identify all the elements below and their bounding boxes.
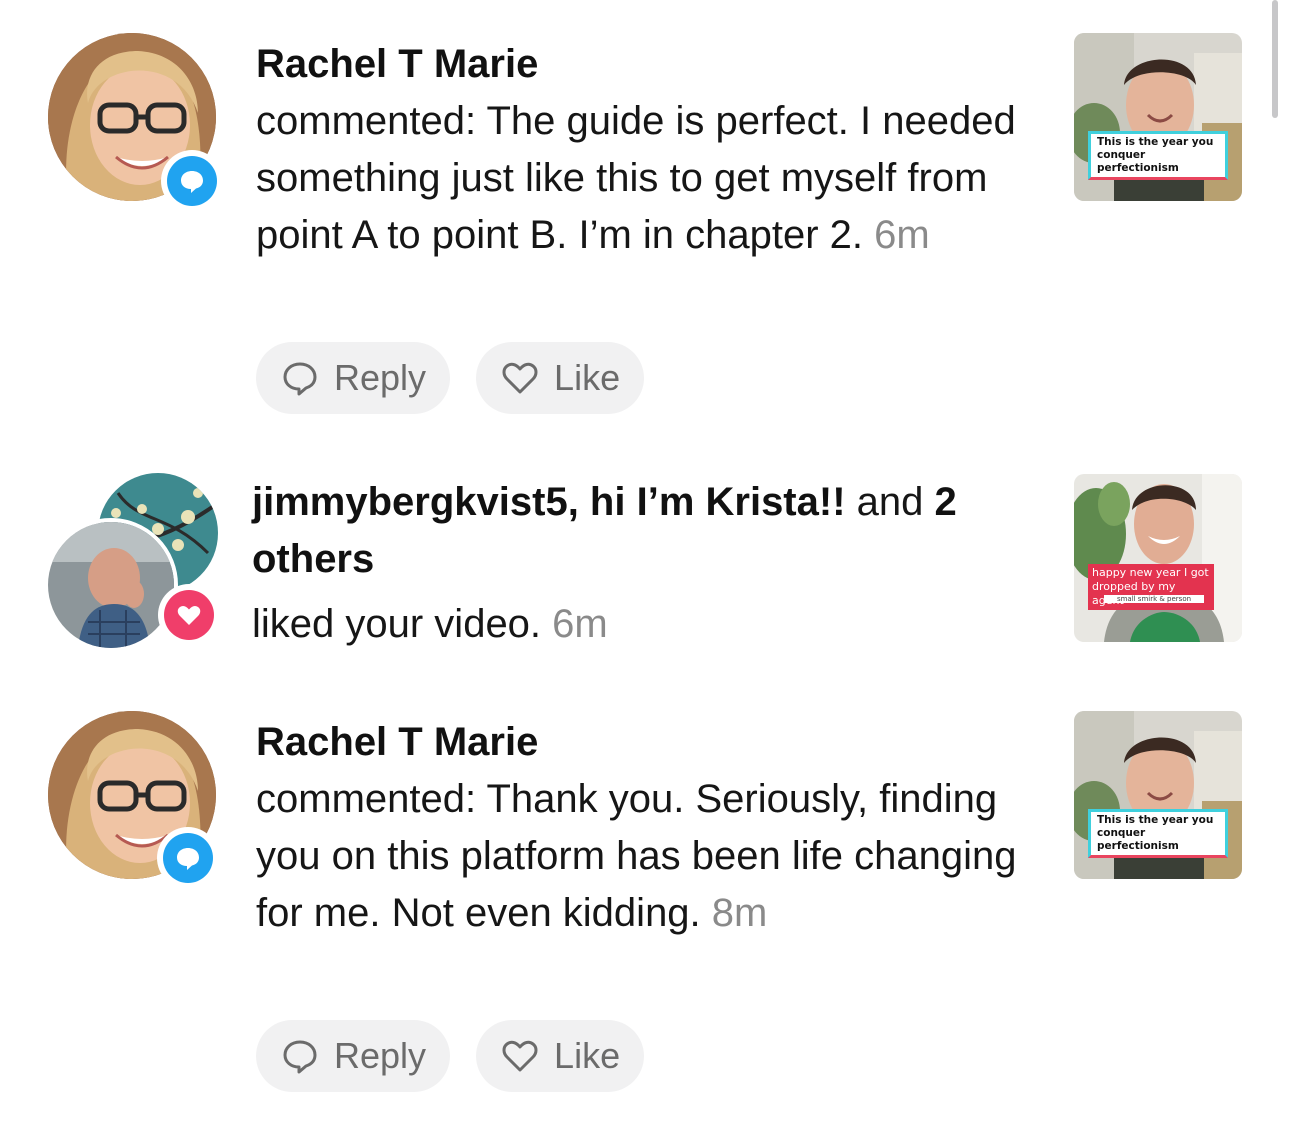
connector-text: and [856,480,924,524]
timestamp: 6m [874,213,930,257]
comment-message: commented: Thank you. Seriously, finding… [256,777,1017,935]
like-button[interactable]: Like [476,342,645,414]
thumbnail-subcaption: small smirk & person [1104,595,1204,603]
reply-button[interactable]: Reply [256,342,451,414]
notification-text: Rachel T Marie commented: Thank you. Ser… [256,714,1036,942]
comment-actions: Reply Like [256,1020,645,1092]
timestamp: 6m [552,602,608,646]
video-thumbnail[interactable]: happy new year I got dropped by my agent… [1074,474,1242,642]
reply-bubble-icon [283,1040,317,1074]
thumbnail-caption: This is the year you conquer perfectioni… [1088,131,1228,180]
liker-names[interactable]: jimmybergkvist5, hi I’m Krista!! [252,480,846,524]
reply-label: Reply [334,357,427,398]
badge-circle [167,156,217,206]
comment-badge [161,150,223,212]
like-badge [158,584,220,646]
notification-comment[interactable]: Rachel T Marie commented: Thank you. Ser… [0,678,1290,1121]
heart-icon [177,605,201,625]
timestamp: 8m [711,891,768,935]
like-label: Like [554,357,621,398]
reply-button[interactable]: Reply [256,1020,451,1092]
comment-badge [157,827,219,889]
avatar-front[interactable] [44,518,178,652]
badge-circle [164,590,214,640]
video-thumbnail[interactable]: This is the year you conquer perfectioni… [1074,711,1242,879]
like-body: liked your video. 6m [252,596,1032,653]
like-message: liked your video. [252,602,542,646]
video-thumbnail[interactable]: This is the year you conquer perfectioni… [1074,33,1242,201]
reply-bubble-icon [283,362,317,396]
like-button[interactable]: Like [476,1020,645,1092]
comment-body: commented: The guide is perfect. I neede… [256,93,1036,264]
notification-text: jimmybergkvist5, hi I’m Krista!! and 2 o… [252,474,1032,653]
comment-bubble-icon [181,171,203,193]
notification-like[interactable]: jimmybergkvist5, hi I’m Krista!! and 2 o… [0,440,1290,680]
reply-label: Reply [334,1035,427,1076]
badge-circle [163,833,213,883]
heart-outline-icon [502,1040,538,1072]
avatar-photo [48,522,174,648]
notification-text: Rachel T Marie commented: The guide is p… [256,36,1036,264]
commenter-name[interactable]: Rachel T Marie [256,36,1036,93]
commenter-name[interactable]: Rachel T Marie [256,714,1036,771]
thumbnail-caption: happy new year I got dropped by my agent [1088,564,1214,610]
like-label: Like [554,1035,621,1076]
thumbnail-image [1074,474,1242,642]
thumbnail-caption: This is the year you conquer perfectioni… [1088,809,1228,858]
comment-bubble-icon [177,848,199,870]
heart-outline-icon [502,362,538,394]
comment-actions: Reply Like [256,342,645,414]
likers-line: jimmybergkvist5, hi I’m Krista!! and 2 o… [252,474,1032,588]
notification-comment[interactable]: Rachel T Marie commented: The guide is p… [0,0,1290,440]
comment-body: commented: Thank you. Seriously, finding… [256,771,1036,942]
